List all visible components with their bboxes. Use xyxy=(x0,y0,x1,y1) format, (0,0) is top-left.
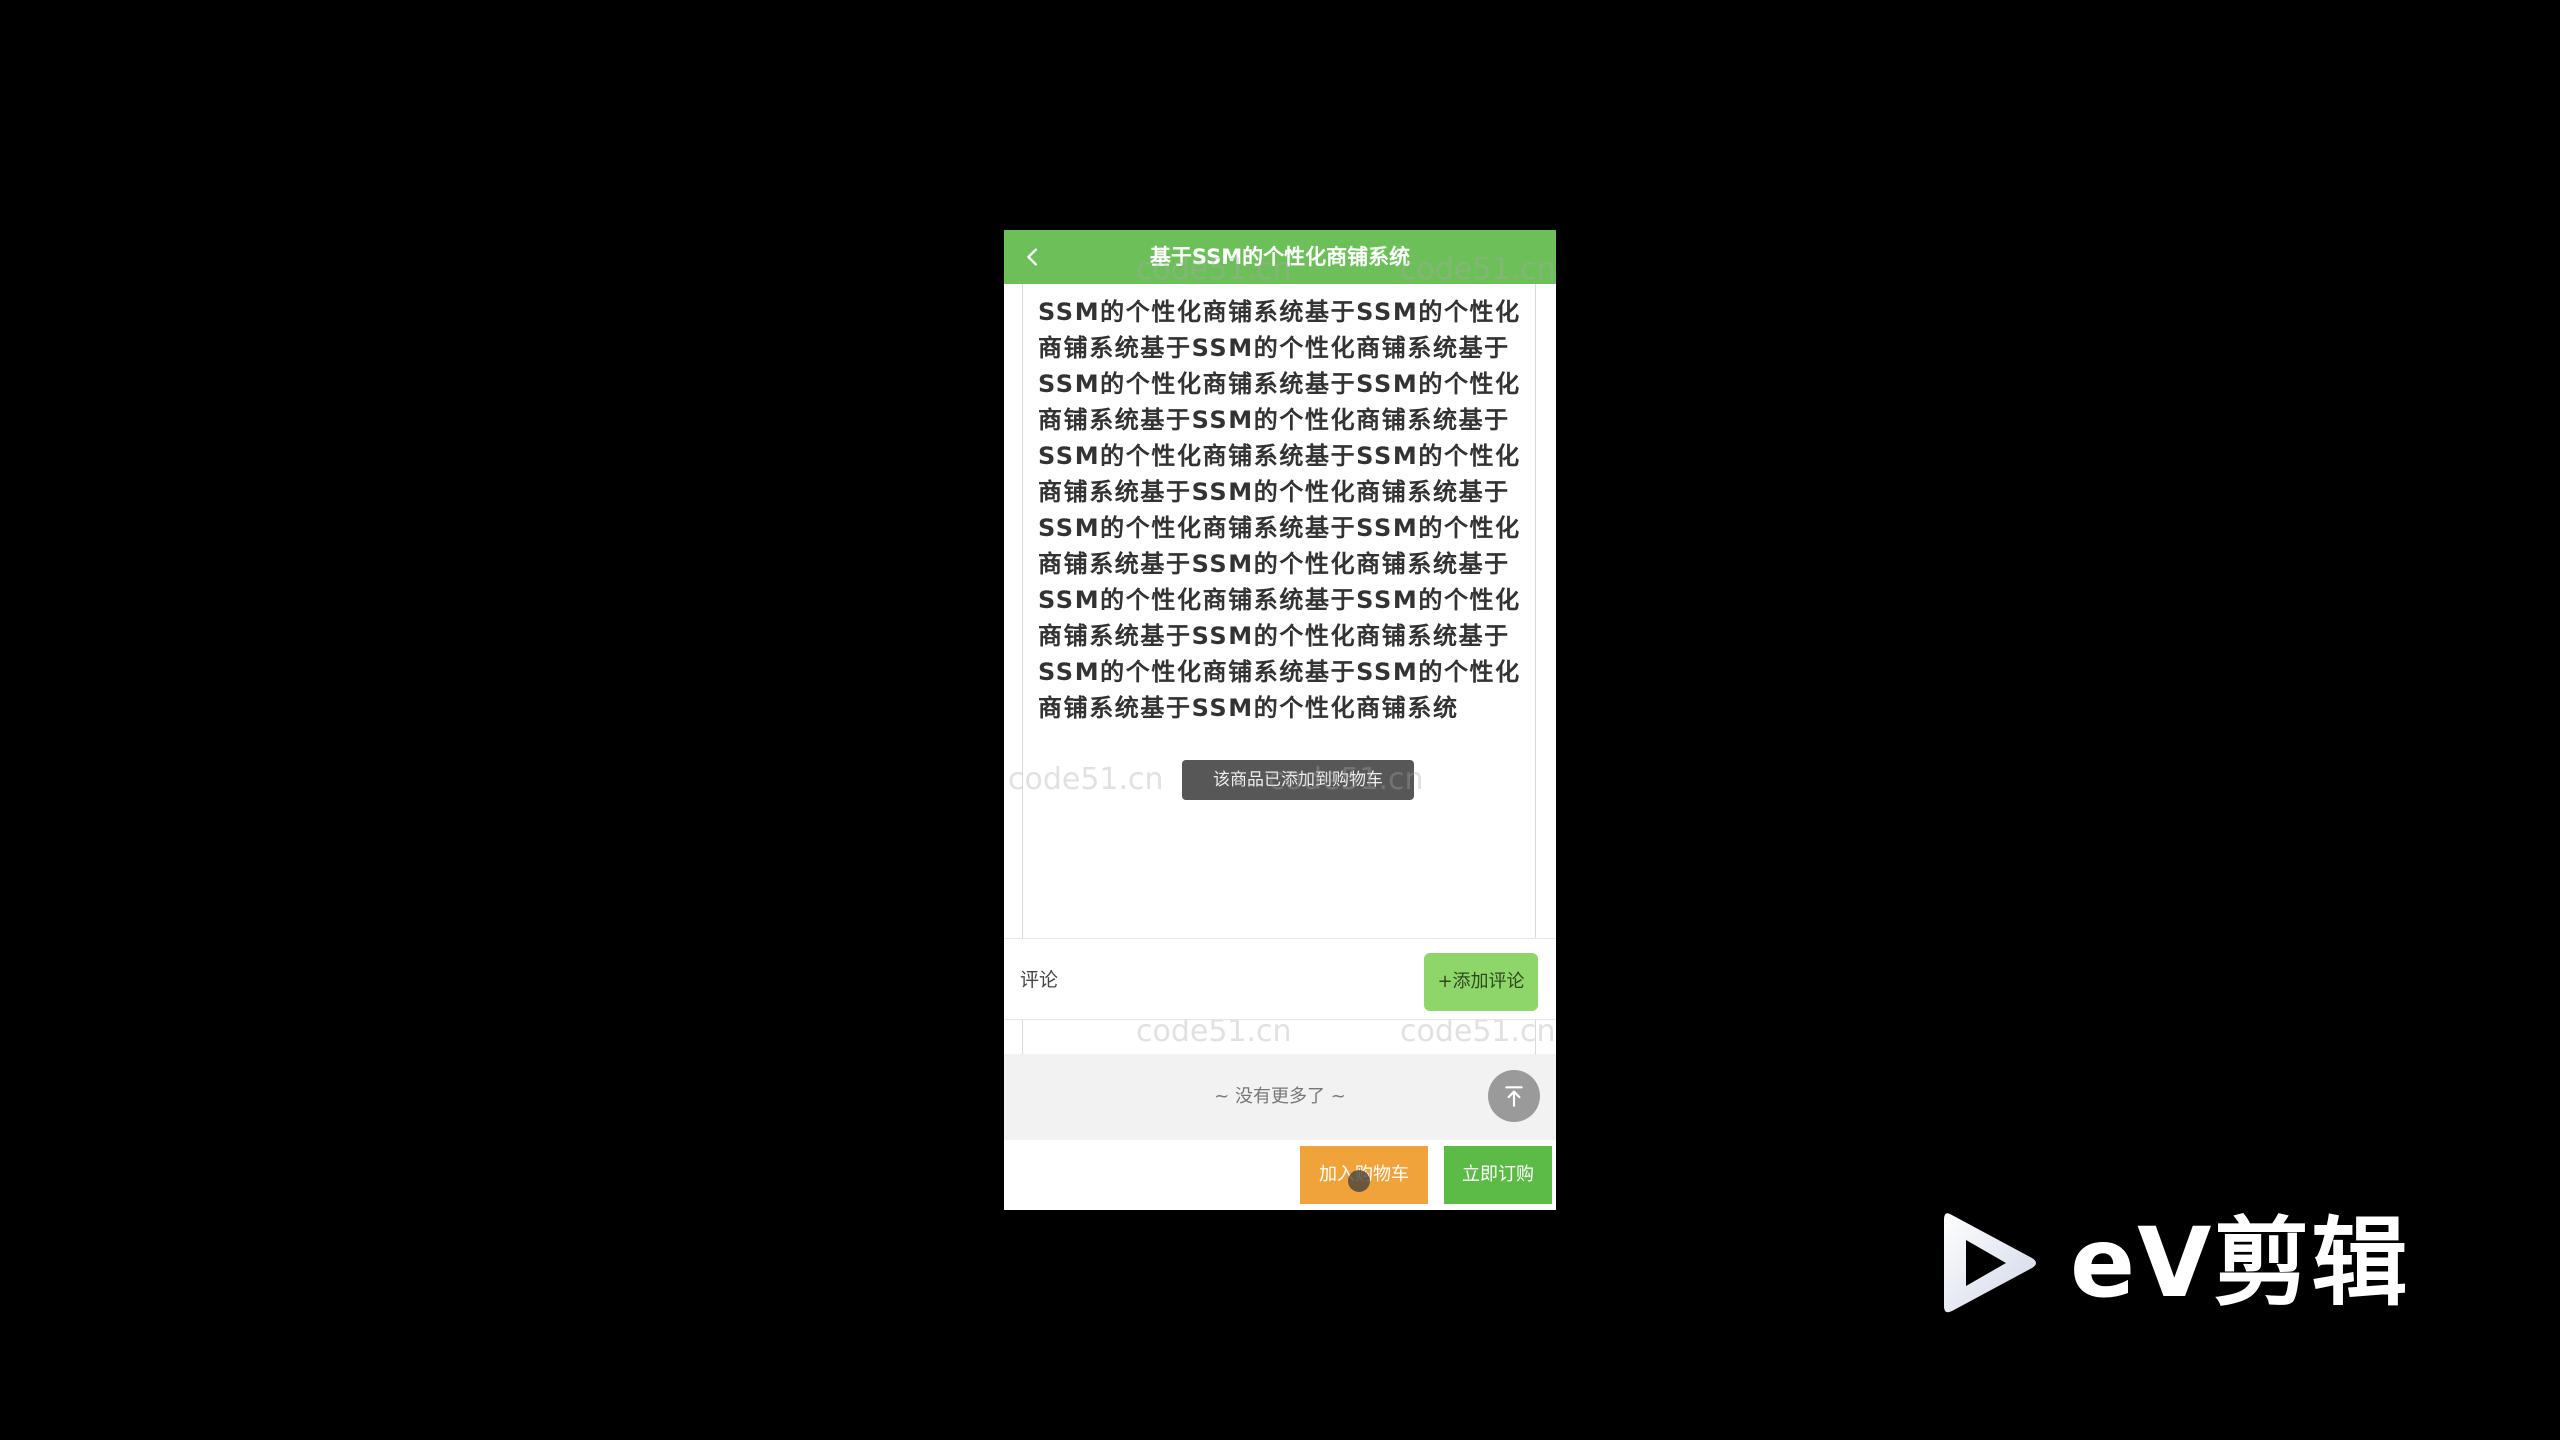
phone-screen: 基于SSM的个性化商铺系统 SSM的个性化商铺系统基于SSM的个性化商铺系统基于… xyxy=(1004,230,1556,1210)
header-bar: 基于SSM的个性化商铺系统 xyxy=(1004,230,1556,284)
comment-label: 评论 xyxy=(1020,969,1059,991)
bottom-action-bar: 加入购物车 立即订购 xyxy=(1004,1140,1556,1210)
order-now-button[interactable]: 立即订购 xyxy=(1444,1146,1552,1204)
list-end-bar: ~ 没有更多了 ~ xyxy=(1004,1054,1556,1140)
product-description: SSM的个性化商铺系统基于SSM的个性化商铺系统基于SSM的个性化商铺系统基于S… xyxy=(1038,298,1521,722)
back-button[interactable] xyxy=(1016,240,1050,274)
touch-cursor xyxy=(1348,1170,1370,1192)
page-title: 基于SSM的个性化商铺系统 xyxy=(1149,245,1411,269)
add-comment-button[interactable]: +添加评论 xyxy=(1424,953,1538,1011)
comment-section: 评论 +添加评论 xyxy=(1004,938,1556,1020)
scroll-to-top-button[interactable] xyxy=(1488,1070,1540,1122)
arrow-up-to-top-icon xyxy=(1505,1086,1523,1107)
brand-name: eV剪辑 xyxy=(2070,1207,2410,1319)
no-more-text: ~ 没有更多了 ~ xyxy=(1214,1086,1346,1107)
chevron-left-icon xyxy=(1027,248,1037,266)
toast-message: 该商品已添加到购物车 xyxy=(1182,760,1414,800)
play-triangle-icon xyxy=(1944,1213,2036,1313)
ev-brand-logo: eV剪辑 xyxy=(1936,1208,2426,1326)
